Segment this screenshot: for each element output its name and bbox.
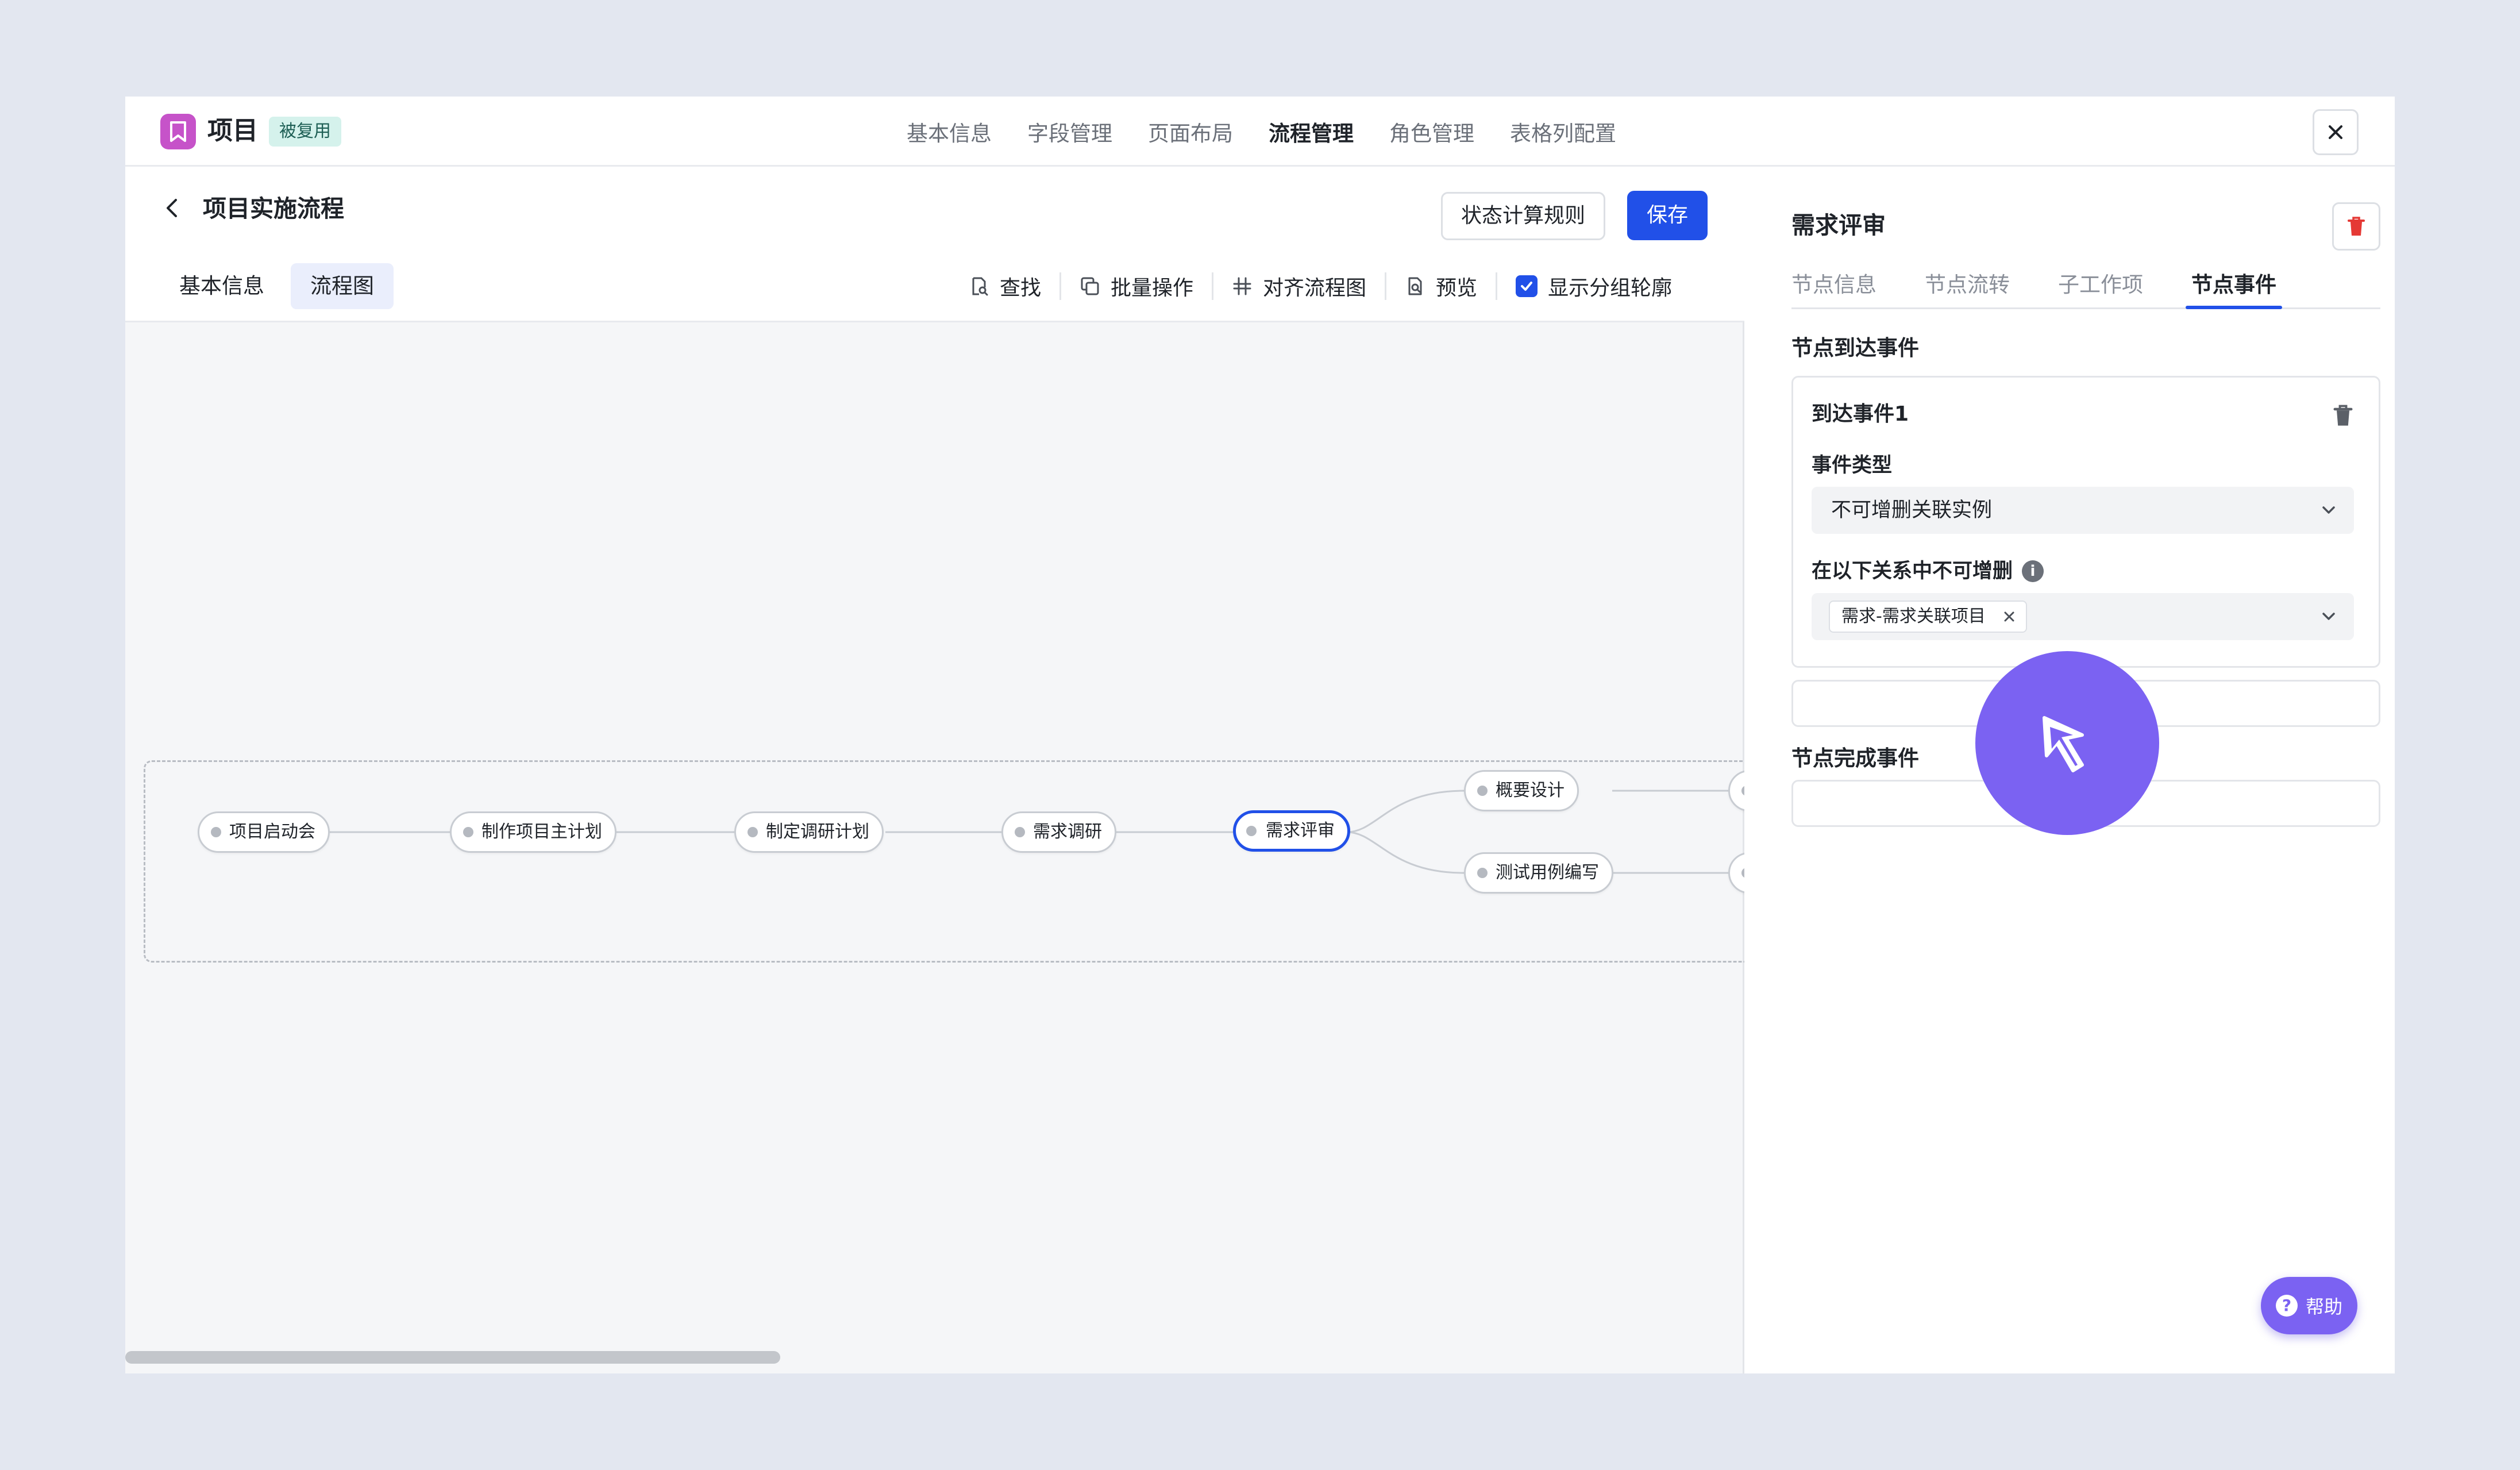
chevron-down-icon	[2322, 506, 2335, 514]
check-icon	[1521, 282, 1533, 291]
panel-tab-sub-work-items[interactable]: 子工作项	[2058, 263, 2143, 307]
trash-icon[interactable]	[2330, 403, 2356, 428]
align-flowchart-button[interactable]: 对齐流程图	[1232, 271, 1366, 301]
arrival-event-card: 到达事件1 事件类型 不可增删关联实例 在以下关系中不可增删 i 需求-需求关联…	[1791, 376, 2380, 668]
copy-icon	[1081, 277, 1099, 295]
align-icon	[1233, 277, 1251, 295]
relation-tag-label: 需求-需求关联项目	[1841, 606, 1986, 626]
delete-node-button[interactable]	[2332, 202, 2380, 251]
toolbar-divider	[1059, 272, 1062, 300]
show-outline-checkbox[interactable]	[1516, 275, 1538, 297]
toolbar-divider	[1212, 272, 1214, 300]
find-button[interactable]: 查找	[969, 271, 1041, 301]
event-type-label-text: 事件类型	[1812, 454, 1893, 477]
flow-node-project-kickoff[interactable]: 项目启动会	[198, 811, 330, 853]
preview-label: 预览	[1436, 276, 1478, 300]
status-rule-button[interactable]: 状态计算规则	[1441, 192, 1605, 240]
batch-operation-label: 批量操作	[1111, 276, 1194, 300]
panel-title: 需求评审	[1791, 211, 1886, 239]
flow-node-research-plan[interactable]: 制定调研计划	[734, 811, 884, 853]
reuse-badge: 被复用	[269, 117, 341, 147]
help-button[interactable]: ? 帮助	[2261, 1277, 2357, 1334]
toolbar-divider	[1496, 272, 1498, 300]
relation-select[interactable]: 需求-需求关联项目	[1812, 593, 2354, 640]
help-label: 帮助	[2305, 1296, 2342, 1318]
event-name: 到达事件1	[1812, 402, 1909, 426]
save-button[interactable]: 保存	[1627, 191, 1708, 240]
show-outline-label: 显示分组轮廓	[1548, 276, 1673, 300]
flow-toolbar: 查找 批量操作 对齐流程图 预览 显示分组轮廓	[969, 263, 1672, 309]
preview-button[interactable]: 预览	[1405, 271, 1477, 301]
flow-canvas[interactable]: 项目启动会 制作项目主计划 制定调研计划 需求调研 需求评审 概要设计 测试用例…	[125, 321, 1797, 1373]
event-type-select[interactable]: 不可增删关联实例	[1812, 487, 2354, 534]
search-doc-icon	[972, 277, 988, 296]
top-tab-field-management[interactable]: 字段管理	[1027, 116, 1112, 147]
relation-tag: 需求-需求关联项目	[1829, 601, 2027, 633]
top-bar: 项目 被复用 基本信息 字段管理 页面布局 流程管理 角色管理 表格列配置	[125, 97, 2395, 167]
help-icon: ?	[2275, 1295, 2298, 1317]
horizontal-scrollbar[interactable]	[125, 1351, 780, 1364]
event-type-value: 不可增删关联实例	[1831, 499, 1993, 522]
chevron-down-icon	[2322, 613, 2335, 620]
close-icon[interactable]	[2001, 608, 2018, 625]
show-outline-toggle[interactable]: 显示分组轮廓	[1516, 271, 1672, 301]
find-label: 查找	[1000, 276, 1042, 300]
top-tab-role-management[interactable]: 角色管理	[1389, 116, 1474, 147]
trash-icon	[2348, 217, 2365, 236]
top-tabs: 基本信息 字段管理 页面布局 流程管理 角色管理 表格列配置	[907, 97, 1616, 167]
arrival-events-heading: 节点到达事件	[1791, 336, 1919, 360]
flow-title: 项目实施流程	[203, 195, 344, 222]
close-button[interactable]	[2313, 109, 2359, 155]
relation-label: 在以下关系中不可增删 i	[1812, 557, 2044, 586]
panel-tab-node-info[interactable]: 节点信息	[1791, 263, 1876, 307]
flow-editor: 项目实施流程 状态计算规则 保存 基本信息 流程图 查找 批量操作 对齐流程图	[125, 167, 1797, 1373]
panel-tabs: 节点信息 节点流转 子工作项 节点事件	[1791, 263, 2380, 309]
panel-tab-node-events[interactable]: 节点事件	[2186, 263, 2282, 309]
panel-tab-node-transition[interactable]: 节点流转	[1925, 263, 2010, 307]
align-flowchart-label: 对齐流程图	[1263, 276, 1367, 300]
top-tab-table-columns[interactable]: 表格列配置	[1510, 116, 1616, 147]
flow-node-test-case-writing[interactable]: 测试用例编写	[1464, 852, 1613, 894]
close-icon	[2329, 125, 2342, 139]
bookmark-icon	[160, 114, 196, 149]
toolbar-divider	[1385, 272, 1387, 300]
complete-events-heading: 节点完成事件	[1791, 746, 1919, 771]
top-tab-workflow-management[interactable]: 流程管理	[1269, 116, 1354, 147]
top-tab-basic-info[interactable]: 基本信息	[907, 116, 992, 147]
relation-label-text: 在以下关系中不可增删	[1812, 560, 2013, 583]
flow-node-requirement-review[interactable]: 需求评审	[1233, 810, 1350, 852]
cursor-indicator	[1975, 651, 2159, 835]
flow-node-requirement-research[interactable]: 需求调研	[1001, 811, 1116, 853]
sub-tab-flowchart[interactable]: 流程图	[291, 263, 394, 309]
cursor-arrow-icon	[2043, 716, 2084, 772]
flow-node-master-plan[interactable]: 制作项目主计划	[450, 811, 616, 853]
preview-icon	[1408, 277, 1422, 295]
chevron-left-icon[interactable]	[161, 197, 184, 220]
sub-tab-basic-info[interactable]: 基本信息	[160, 263, 284, 309]
event-type-label: 事件类型	[1812, 451, 1892, 480]
app-title: 项目	[207, 116, 258, 145]
info-icon[interactable]: i	[2022, 560, 2044, 582]
flow-node-outline-design[interactable]: 概要设计	[1464, 770, 1579, 811]
batch-operation-button[interactable]: 批量操作	[1080, 271, 1193, 301]
top-tab-page-layout[interactable]: 页面布局	[1148, 116, 1233, 147]
